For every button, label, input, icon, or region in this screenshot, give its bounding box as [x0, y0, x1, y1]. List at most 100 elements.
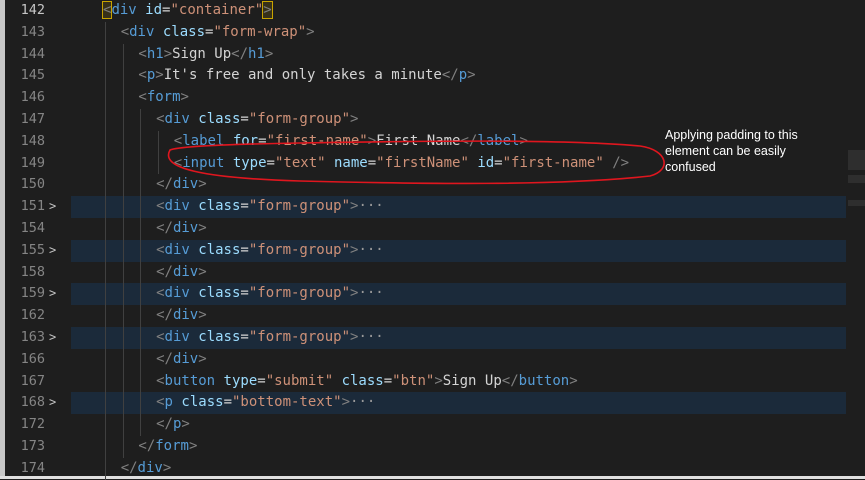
indent-guide — [105, 305, 106, 327]
code-line[interactable]: 146 <form> — [5, 87, 865, 109]
indent-guide — [105, 457, 106, 480]
indent-guide — [105, 261, 106, 284]
code-line[interactable]: 145 <p>It's free and only takes a minute<… — [5, 65, 865, 88]
line-number: 162 — [20, 307, 45, 324]
line-number: 145 — [20, 67, 45, 84]
code-line[interactable]: 166 </div> — [5, 348, 865, 371]
code-line[interactable]: 151 > <div class="form-group">··· — [5, 196, 865, 218]
line-number: 154 — [20, 220, 45, 236]
indent-guide — [158, 152, 160, 175]
code-text: <h1>Sign Up</h1> — [138, 45, 274, 62]
indent-guide — [105, 392, 106, 415]
code-text: <input type="text" name="firstName" id="… — [173, 154, 630, 171]
code-text: <button type="submit" class="btn">Sign U… — [156, 372, 578, 389]
annotation-text: Applying padding to this element can be … — [665, 128, 798, 174]
line-number: 174 — [20, 459, 45, 476]
indent-guide — [122, 87, 124, 109]
fold-chevron-icon[interactable]: > — [49, 327, 63, 349]
scrollbar-marker[interactable] — [848, 200, 865, 206]
indent-guide — [140, 370, 142, 393]
code-line[interactable]: 173 </form> — [5, 436, 865, 458]
indent-guide — [105, 152, 106, 175]
line-number: 150 — [20, 176, 45, 193]
line-number: 163 — [20, 329, 45, 345]
code-text: <div class="form-wrap"> — [120, 23, 315, 40]
indent-guide — [140, 130, 142, 153]
code-text: <div class="form-group">··· — [156, 329, 384, 345]
code-line[interactable]: 158 </div> — [5, 261, 865, 284]
scrollbar-marker[interactable] — [848, 175, 865, 183]
indent-guide — [105, 414, 106, 436]
code-text: </div> — [156, 176, 207, 193]
indent-guide — [140, 283, 142, 306]
code-text: <div class="form-group">··· — [156, 241, 384, 258]
code-line[interactable]: 168 > <p class="bottom-text">··· — [5, 392, 865, 415]
code-line[interactable]: 163 > <div class="form-group">··· — [5, 327, 865, 349]
indent-guide — [105, 436, 106, 458]
fold-chevron-icon[interactable]: > — [49, 196, 63, 218]
indent-guide — [140, 109, 142, 131]
line-number: 143 — [20, 23, 45, 40]
line-number: 172 — [20, 416, 45, 433]
code-text: </div> — [156, 350, 207, 367]
code-text: </p> — [156, 416, 190, 433]
indent-guide — [140, 392, 142, 415]
indent-guide — [140, 174, 142, 197]
line-number: 159 — [20, 285, 45, 302]
indent-guide — [105, 327, 106, 349]
indent-guide — [122, 414, 124, 436]
code-line[interactable]: 167 <button type="submit" class="btn">Sig… — [5, 370, 865, 393]
indent-guide — [158, 130, 160, 153]
line-number: 167 — [20, 372, 45, 389]
code-text: <label for="first-name">First Name</labe… — [173, 132, 528, 149]
line-number: 147 — [20, 111, 45, 127]
code-line[interactable]: 159 > <div class="form-group">··· — [5, 283, 865, 306]
code-text: </div> — [156, 263, 207, 280]
indent-guide — [105, 239, 106, 262]
code-line[interactable]: 143 <div class="form-wrap"> — [5, 21, 865, 44]
code-text: </div> — [156, 307, 207, 324]
fold-chevron-icon[interactable]: > — [49, 240, 63, 262]
line-number: 166 — [20, 350, 45, 367]
code-line[interactable]: 150 </div> — [5, 174, 865, 197]
code-line[interactable]: 144 <h1>Sign Up</h1> — [5, 43, 865, 66]
line-number: 146 — [20, 89, 45, 106]
indent-guide — [105, 218, 106, 240]
indent-guide — [140, 196, 142, 218]
indent-guide — [122, 218, 124, 240]
code-text: <div id="container"> — [101, 1, 273, 19]
line-number: 148 — [20, 132, 45, 149]
line-number: 151 — [20, 198, 45, 215]
code-editor[interactable]: 142 <div id="container"> 143 <div class="fo… — [0, 0, 865, 480]
indent-guide — [105, 65, 106, 88]
indent-guide — [122, 196, 124, 218]
indent-guide — [140, 348, 142, 371]
code-line[interactable]: 162 </div> — [5, 305, 865, 327]
indent-guide — [122, 109, 124, 131]
code-text: </form> — [138, 438, 198, 454]
indent-guide — [122, 130, 124, 153]
indent-guide — [122, 283, 124, 306]
code-text: <form> — [138, 89, 189, 106]
code-line[interactable]: 172 </p> — [5, 414, 865, 436]
line-number: 149 — [20, 154, 45, 171]
fold-chevron-icon[interactable]: > — [49, 283, 63, 305]
indent-guide — [122, 327, 124, 349]
code-line[interactable]: 142 <div id="container"> — [5, 0, 865, 22]
indent-guide — [122, 392, 124, 415]
indent-guide — [140, 239, 142, 262]
indent-guide — [122, 370, 124, 393]
indent-guide — [122, 174, 124, 197]
indent-guide — [105, 109, 106, 131]
fold-chevron-icon[interactable]: > — [49, 392, 63, 414]
indent-guide — [140, 414, 142, 436]
line-number: 173 — [20, 438, 45, 454]
indent-guide — [140, 261, 142, 284]
code-text: <div class="form-group"> — [156, 111, 359, 127]
indent-guide — [140, 152, 142, 175]
code-text: </div> — [120, 459, 172, 476]
code-line[interactable]: 155 > <div class="form-group">··· — [5, 239, 865, 262]
code-line[interactable]: 154 </div> — [5, 218, 865, 240]
scrollbar-marker[interactable] — [848, 150, 865, 170]
indent-guide — [105, 130, 106, 153]
